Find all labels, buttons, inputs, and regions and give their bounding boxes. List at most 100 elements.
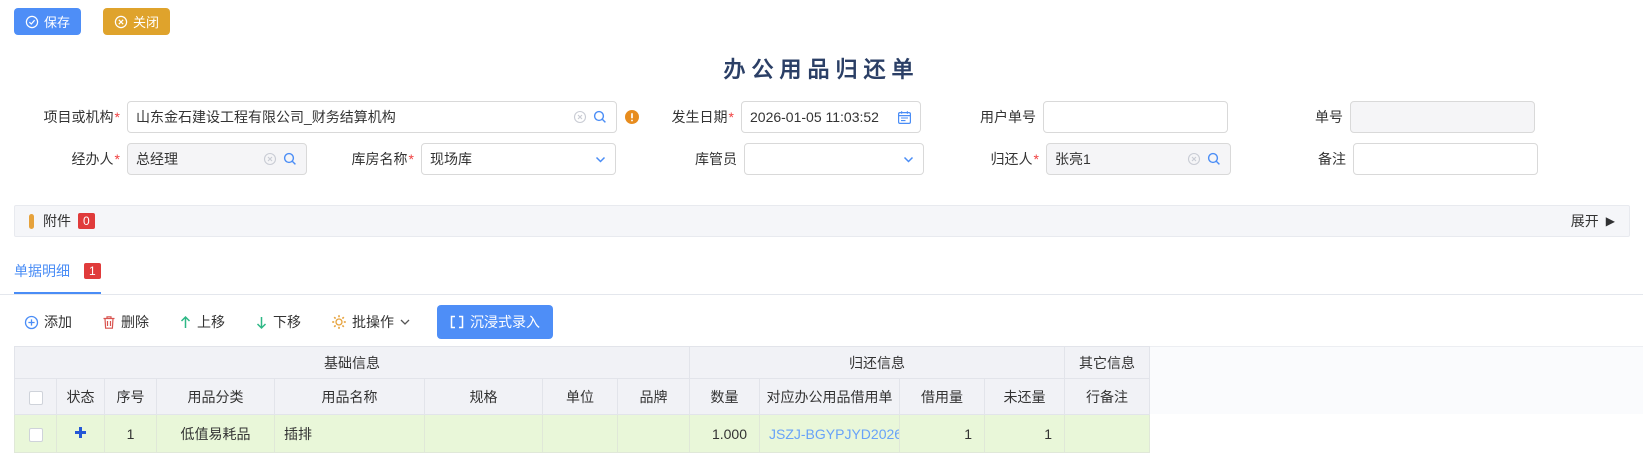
page-title: 办公用品归还单 [0, 52, 1643, 84]
clear-icon[interactable] [1187, 152, 1201, 166]
handler-label: 经办人* [0, 149, 127, 169]
close-button-label: 关闭 [133, 12, 159, 31]
table-column-header-row: 状态 序号 用品分类 用品名称 规格 单位 品牌 数量 对应办公用品借用单 借用… [15, 379, 1150, 415]
detail-table: 基础信息 归还信息 其它信息 状态 序号 用品分类 用品名称 规格 单位 品牌 … [14, 346, 1150, 453]
date-label: 发生日期* [640, 107, 741, 127]
gear-icon [331, 314, 347, 330]
row-name[interactable]: 插排 [275, 415, 425, 453]
table-row[interactable]: 1 低值易耗品 插排 1.000 JSZJ-BGYPJYD20260 1 1 [15, 415, 1150, 453]
delete-row-button[interactable]: 删除 [102, 312, 149, 332]
remark-label: 备注 [1231, 149, 1353, 169]
tab-detail-count-badge: 1 [84, 263, 101, 279]
search-icon[interactable] [1206, 151, 1222, 167]
batch-operations-button[interactable]: 批操作 [331, 312, 411, 332]
check-circle-icon [25, 15, 39, 29]
chevron-down-icon[interactable] [902, 153, 915, 166]
close-button[interactable]: 关闭 [103, 8, 170, 35]
row-unreturned-qty: 1 [985, 415, 1065, 453]
search-icon[interactable] [592, 109, 608, 125]
project-label: 项目或机构* [0, 107, 127, 127]
remark-input[interactable] [1353, 143, 1538, 175]
form-row-1: 项目或机构* 山东金石建设工程有限公司_财务结算机构 发生日期* 2026-01… [0, 101, 1643, 133]
row-borrow-qty: 1 [900, 415, 985, 453]
detail-toolbar: 添加 删除 上移 下移 批操作 [24, 304, 1643, 340]
returner-value: 张亮1 [1055, 149, 1182, 169]
order-no-input [1350, 101, 1535, 133]
warehouse-label: 库房名称* [307, 149, 421, 169]
col-spec: 规格 [425, 379, 543, 415]
triangle-right-icon: ▶ [1606, 214, 1615, 228]
add-row-button[interactable]: 添加 [24, 312, 72, 332]
handler-value: 总经理 [136, 149, 258, 169]
row-checkbox[interactable] [29, 428, 43, 442]
col-qty: 数量 [690, 379, 760, 415]
immersive-entry-label: 沉浸式录入 [470, 312, 540, 332]
clear-icon[interactable] [263, 152, 277, 166]
clear-icon[interactable] [573, 110, 587, 124]
row-qty[interactable]: 1.000 [690, 415, 760, 453]
warehouse-value: 现场库 [430, 149, 589, 169]
col-borrow-order: 对应办公用品借用单 [760, 379, 900, 415]
row-brand[interactable] [618, 415, 690, 453]
col-row-remark: 行备注 [1065, 379, 1150, 415]
user-no-input[interactable] [1043, 101, 1228, 133]
table-header-filler [1150, 346, 1643, 414]
top-action-bar: 保存 关闭 [0, 0, 1643, 35]
move-up-button[interactable]: 上移 [179, 312, 225, 332]
row-seq: 1 [105, 415, 157, 453]
col-category: 用品分类 [157, 379, 275, 415]
keeper-label: 库管员 [616, 149, 744, 169]
row-category[interactable]: 低值易耗品 [157, 415, 275, 453]
col-status: 状态 [57, 379, 105, 415]
row-borrow-order-link[interactable]: JSZJ-BGYPJYD20260 [760, 415, 900, 453]
warehouse-select[interactable]: 现场库 [421, 143, 616, 175]
col-seq: 序号 [105, 379, 157, 415]
immersive-entry-button[interactable]: 沉浸式录入 [437, 305, 553, 339]
date-value: 2026-01-05 11:03:52 [750, 109, 892, 125]
project-input[interactable]: 山东金石建设工程有限公司_财务结算机构 [127, 101, 617, 133]
plus-status-icon[interactable] [74, 426, 87, 439]
returner-input[interactable]: 张亮1 [1046, 143, 1231, 175]
calendar-icon[interactable] [897, 110, 912, 125]
trash-icon [102, 315, 116, 330]
col-brand: 品牌 [618, 379, 690, 415]
keeper-select[interactable] [744, 143, 924, 175]
order-no-label: 单号 [1228, 107, 1350, 127]
table-group-header-row: 基础信息 归还信息 其它信息 [15, 347, 1150, 379]
row-status-cell [57, 415, 105, 453]
row-checkbox-cell [15, 415, 57, 453]
user-no-label: 用户单号 [921, 107, 1043, 127]
info-icon[interactable] [624, 109, 640, 125]
col-borrow-qty: 借用量 [900, 379, 985, 415]
form-row-2: 经办人* 总经理 库房名称* 现场库 库管员 [0, 143, 1643, 175]
orange-marker [29, 214, 34, 229]
row-remark[interactable] [1065, 415, 1150, 453]
save-button[interactable]: 保存 [14, 8, 81, 35]
plus-circle-icon [24, 315, 39, 330]
project-value: 山东金石建设工程有限公司_财务结算机构 [136, 107, 568, 127]
expand-label: 展开 [1571, 211, 1599, 231]
date-input[interactable]: 2026-01-05 11:03:52 [741, 101, 921, 133]
select-all-checkbox[interactable] [29, 391, 43, 405]
arrow-down-icon [255, 315, 268, 330]
move-down-button[interactable]: 下移 [255, 312, 301, 332]
chevron-down-icon[interactable] [594, 153, 607, 166]
row-unit[interactable] [543, 415, 618, 453]
tab-detail-label: 单据明细 [14, 261, 70, 281]
search-icon[interactable] [282, 151, 298, 167]
attachment-count-badge: 0 [78, 213, 95, 229]
group-basic-info: 基础信息 [15, 347, 690, 379]
group-return-info: 归还信息 [690, 347, 1065, 379]
group-other-info: 其它信息 [1065, 347, 1150, 379]
batch-operations-label: 批操作 [352, 312, 394, 332]
x-circle-icon [114, 15, 128, 29]
row-spec[interactable] [425, 415, 543, 453]
save-button-label: 保存 [44, 12, 70, 31]
tab-detail[interactable]: 单据明细 1 [14, 261, 101, 294]
header-form: 项目或机构* 山东金石建设工程有限公司_财务结算机构 发生日期* 2026-01… [0, 101, 1643, 175]
col-unreturned-qty: 未还量 [985, 379, 1065, 415]
handler-input[interactable]: 总经理 [127, 143, 307, 175]
col-unit: 单位 [543, 379, 618, 415]
expand-toggle[interactable]: 展开 ▶ [1571, 211, 1615, 231]
move-down-label: 下移 [273, 312, 301, 332]
